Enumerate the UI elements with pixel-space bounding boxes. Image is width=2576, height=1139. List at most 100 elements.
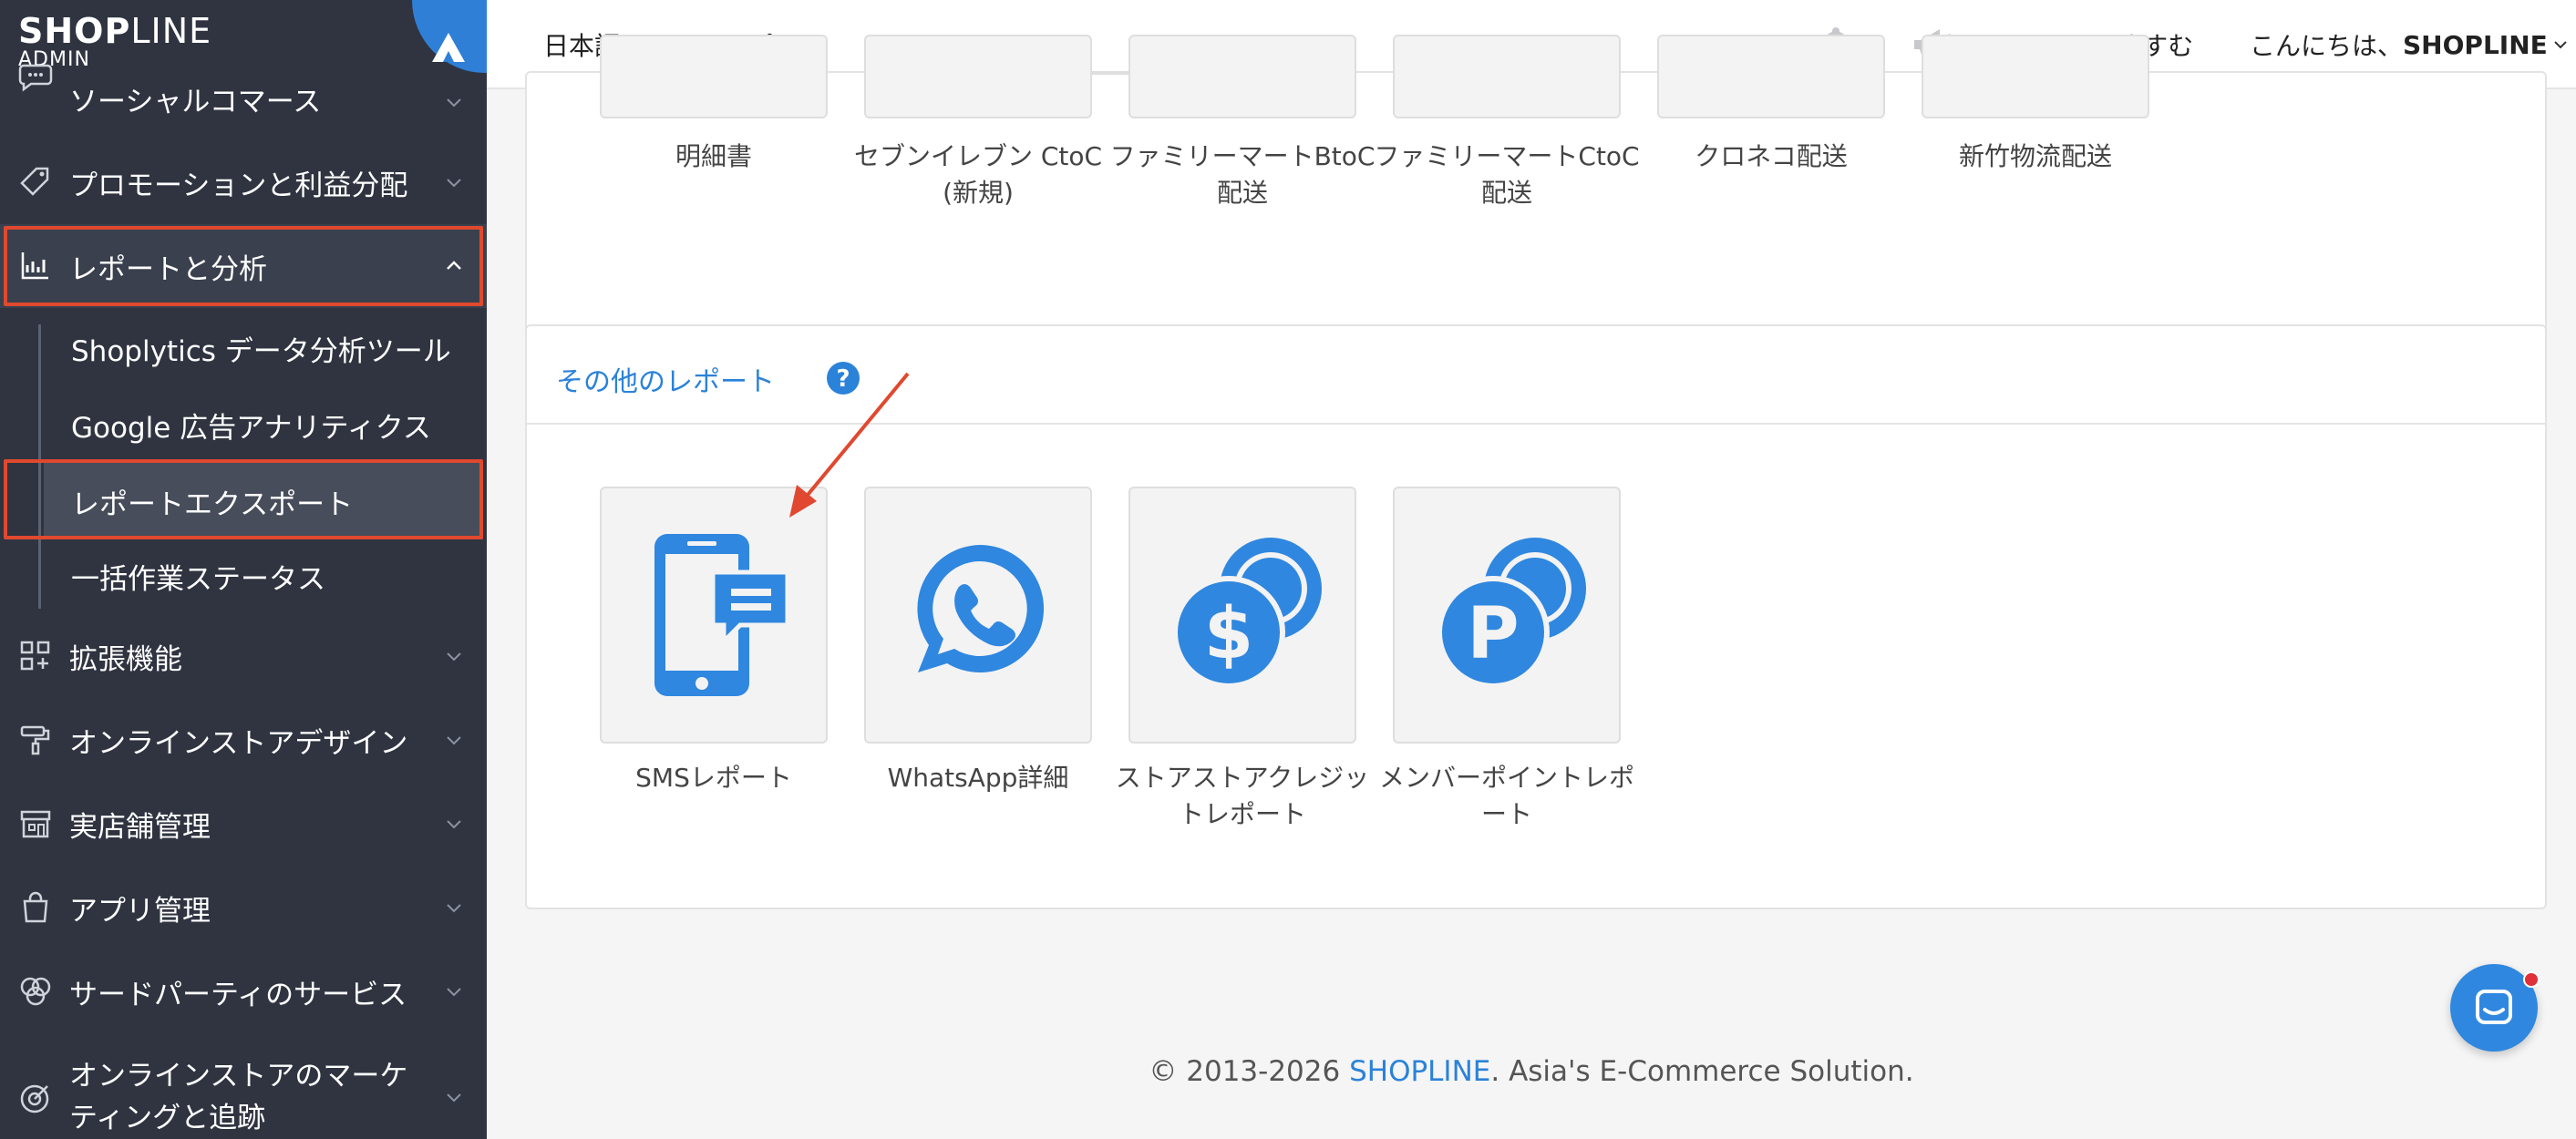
sidebar-item-label: 実店舗管理	[69, 810, 211, 844]
sidebar-item-label: サードパーティのサービス	[69, 978, 407, 1011]
footer-copyright: © 2013-2026	[1149, 1055, 1350, 1088]
footer-brand-link[interactable]: SHOPLINE	[1349, 1055, 1490, 1088]
chevron-down-icon	[447, 179, 461, 188]
tile-label: セブンイレブン CtoC (新規)	[841, 139, 1115, 211]
svg-text:?: ?	[836, 365, 850, 393]
card-header: その他のレポート ?	[527, 326, 2545, 425]
label-line-2: トレポート	[1178, 799, 1306, 829]
report-tile-kuroneko[interactable]	[1657, 35, 1885, 118]
report-tile-store-credit[interactable]: $	[1128, 487, 1356, 744]
help-question-icon[interactable]: ?	[826, 361, 860, 395]
sidebar-subitem-google-ads[interactable]: Google 広告アナリティクス	[71, 386, 431, 463]
sidebar-item-label: オンラインストアのマーケ ティングと追跡	[69, 1055, 407, 1139]
shopping-bag-icon	[23, 891, 48, 923]
footer: © 2013-2026 SHOPLINE. Asia's E-Commerce …	[487, 1055, 2576, 1088]
sidebar-item-extensions[interactable]: 拡張機能	[0, 614, 487, 698]
label-line-1: SMSレポート	[635, 763, 792, 793]
report-tile-seven-eleven[interactable]	[864, 35, 1092, 118]
tile-label: 新竹物流配送	[1899, 139, 2172, 175]
sidebar-item-marketing-tracking[interactable]: オンラインストアのマーケ ティングと追跡	[0, 1048, 487, 1139]
label-line-1: WhatsApp詳細	[887, 763, 1069, 793]
label-line-2: 配送	[1480, 178, 1532, 208]
sms-phone-icon	[654, 534, 790, 696]
chat-icon	[2476, 990, 2512, 1024]
tile-label: SMSレポート	[577, 760, 850, 796]
label-line-1: メンバーポイントレポ	[1378, 763, 1634, 793]
sidebar-subitem-label: Shoplytics データ分析ツール	[71, 334, 451, 368]
tile-label: 明細書	[577, 139, 850, 175]
sidebar-item-label: オンラインストアデザイン	[69, 726, 408, 760]
tag-icon	[20, 167, 49, 196]
highlight-box-report-export	[4, 459, 483, 539]
sidebar-subitem-label: 一括作業ステータス	[71, 562, 325, 596]
report-tile-member-points[interactable]: P	[1393, 487, 1621, 744]
sidebar-item-app-management[interactable]: アプリ管理	[0, 866, 487, 949]
target-icon	[20, 1084, 49, 1113]
sidebar-item-promotions[interactable]: プロモーションと利益分配	[0, 140, 487, 224]
chevron-down-icon	[447, 1093, 461, 1103]
report-tile-familymart-btoc[interactable]	[1128, 35, 1356, 118]
highlight-box-reports	[4, 226, 483, 306]
tile-label: ファミリーマートBtoC 配送	[1106, 139, 1379, 211]
sidebar-item-label: ソーシャルコマース	[69, 86, 322, 118]
sidebar-item-label: アプリ管理	[69, 894, 211, 928]
apps-grid-icon	[20, 641, 50, 671]
whatsapp-icon	[917, 545, 1045, 672]
label-line-1: 明細書	[675, 141, 752, 171]
points-glyph: P	[1467, 593, 1519, 675]
tile-label: クロネコ配送	[1634, 139, 1908, 175]
paint-roller-icon	[20, 725, 50, 755]
user-name: SHOPLINE	[2403, 29, 2548, 60]
sidebar-item-third-party[interactable]: サードパーティのサービス	[0, 949, 487, 1033]
tile-label: ストアストアクレジッ トレポート	[1106, 760, 1379, 833]
tile-label: メンバーポイントレポ ート	[1370, 760, 1643, 833]
chevron-down-icon	[2554, 41, 2567, 49]
chat-bubble-icon	[18, 64, 53, 92]
store-credit-icon: $	[1172, 538, 1322, 689]
label-line-2: 配送	[1216, 178, 1268, 208]
tile-label: ファミリーマートCtoC 配送	[1370, 139, 1643, 211]
label-line-1: セブンイレブン CtoC	[853, 141, 1103, 171]
sidebar-subitem-shoplytics[interactable]: Shoplytics データ分析ツール	[71, 310, 451, 386]
label-line-1: クロネコ配送	[1695, 141, 1848, 171]
sidebar-subitem-label: Google 広告アナリティクス	[71, 411, 431, 445]
sidebar-item-store-design[interactable]: オンラインストアデザイン	[0, 698, 487, 782]
report-tile-whatsapp[interactable]	[864, 487, 1092, 744]
footer-tagline: . Asia's E-Commerce Solution.	[1490, 1055, 1914, 1088]
member-points-icon: P	[1437, 538, 1586, 689]
chevron-down-icon	[447, 904, 461, 913]
report-tile-statement[interactable]	[600, 35, 828, 118]
label-line-1: ファミリーマートCtoC	[1374, 141, 1640, 171]
label-line-2: ート	[1480, 799, 1532, 829]
label-line-1: 新竹物流配送	[1958, 141, 2112, 171]
label-line-1: ストアストアクレジッ	[1115, 763, 1370, 793]
sidebar-item-label: プロモーションと利益分配	[69, 169, 408, 202]
report-tile-hct[interactable]	[1922, 35, 2149, 118]
report-tile-sms[interactable]	[600, 487, 828, 744]
sidebar-item-label: 拡張機能	[69, 642, 182, 676]
sidebar-item-physical-store[interactable]: 実店舗管理	[0, 782, 487, 866]
sidebar-subitem-bulk-status[interactable]: 一括作業ステータス	[71, 538, 325, 614]
circles-icon	[20, 977, 51, 1006]
chevron-down-icon	[447, 820, 461, 829]
report-tile-familymart-ctoc[interactable]	[1393, 35, 1621, 118]
label-line-2: (新規)	[943, 178, 1014, 208]
chevron-down-icon	[447, 98, 461, 108]
label-line-2: ティングと追跡	[69, 1102, 266, 1134]
sidebar: SHOPLINE ADMIN ソーシャルコマース プロモーションと利益分配 レポ…	[0, 0, 487, 1139]
logo-brand-light: LINE	[130, 11, 212, 51]
chevron-down-icon	[447, 736, 461, 745]
tile-label: WhatsApp詳細	[841, 760, 1115, 796]
main-content: 明細書 セブンイレブン CtoC (新規) ファミリーマートBtoC 配送 ファミリ…	[487, 35, 2576, 1139]
dollar-glyph: $	[1204, 593, 1253, 675]
label-line-1: オンラインストアのマーケ	[69, 1060, 408, 1093]
label-line-1: ファミリーマートBtoC	[1109, 141, 1376, 171]
notification-dot	[2523, 971, 2540, 988]
chevron-down-icon	[447, 652, 461, 662]
store-icon	[20, 810, 51, 838]
greeting-label: こんにちは、	[2250, 31, 2404, 61]
sidebar-item-social-commerce[interactable]: ソーシャルコマース	[0, 56, 487, 140]
chevron-down-icon	[447, 988, 461, 997]
logo-brand-bold: SHOP	[18, 11, 131, 51]
other-reports-title: その他のレポート	[556, 366, 775, 398]
